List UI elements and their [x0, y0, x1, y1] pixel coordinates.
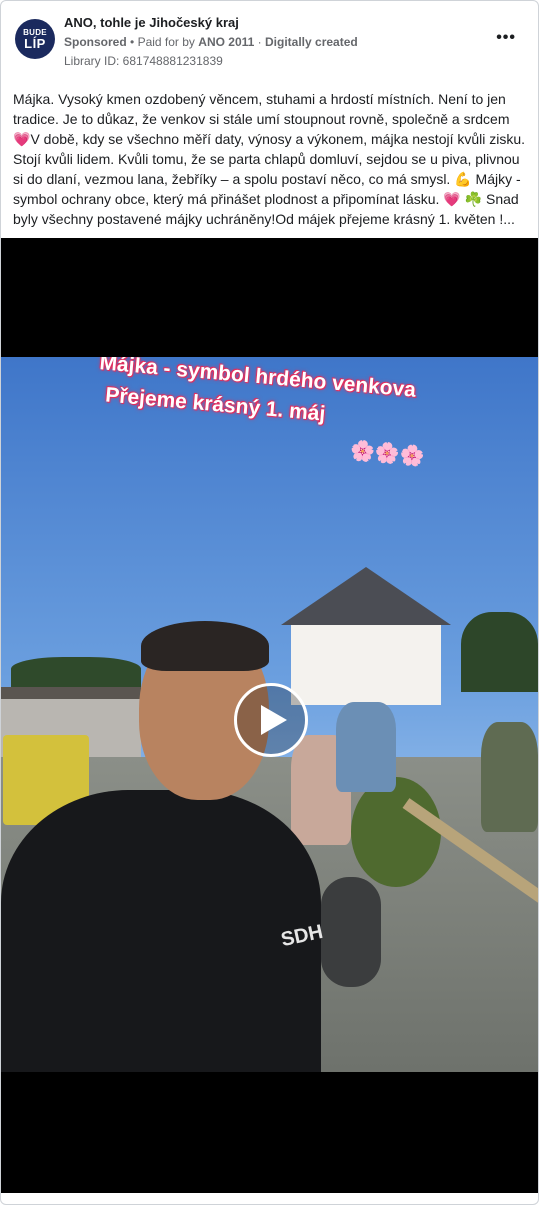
hair	[141, 621, 269, 671]
person	[481, 722, 538, 832]
video-player[interactable]: SDH Májka - symbol hrdého venkova Přejem…	[1, 238, 538, 1193]
page-avatar[interactable]: BUDE LÍP	[15, 19, 55, 59]
paid-for-prefix: Paid for by	[137, 35, 195, 49]
ad-card: BUDE LÍP ANO, tohle je Jihočeský kraj Sp…	[0, 0, 539, 1205]
digitally-created-label: Digitally created	[265, 35, 358, 49]
sponsored-label: Sponsored	[64, 35, 127, 49]
shirt	[1, 790, 321, 1072]
meta-separator: •	[130, 35, 135, 49]
person	[336, 702, 396, 792]
meta-separator-2: ·	[257, 35, 262, 49]
page-name[interactable]: ANO, tohle je Jihočeský kraj	[64, 15, 239, 30]
video-frame: SDH Májka - symbol hrdého venkova Přejem…	[1, 357, 538, 1072]
library-id: Library ID: 681748881231839	[64, 54, 223, 68]
more-options-icon[interactable]: •••	[496, 29, 516, 47]
post-text-part1: Májka. Vysoký kmen ozdobený věncem, stuh…	[13, 91, 510, 127]
post-header: BUDE LÍP ANO, tohle je Jihočeský kraj Sp…	[13, 13, 526, 71]
heart-emoji-icon: 💗	[13, 131, 31, 147]
paid-for-by[interactable]: ANO 2011	[198, 35, 254, 49]
muscle-emoji-icon: 💪	[454, 171, 472, 187]
play-icon[interactable]	[234, 683, 308, 757]
heart-emoji-icon-2: 💗	[443, 191, 461, 207]
cart-wheel	[321, 877, 381, 987]
post-text: Májka. Vysoký kmen ozdobený věncem, stuh…	[13, 89, 528, 229]
background-trees-right	[461, 612, 538, 692]
maypole-greenery	[351, 777, 441, 887]
post-text-part2: V době, kdy se všechno měří daty, výnosy…	[13, 131, 526, 187]
shamrock-emoji-icon: ☘️	[464, 191, 483, 207]
sponsored-meta: Sponsored • Paid for by ANO 2011 · Digit…	[64, 35, 358, 49]
house-roof	[281, 567, 451, 625]
flower-emoji-icons: 🌸🌸🌸	[349, 439, 426, 469]
avatar-line2: LÍP	[24, 36, 46, 51]
